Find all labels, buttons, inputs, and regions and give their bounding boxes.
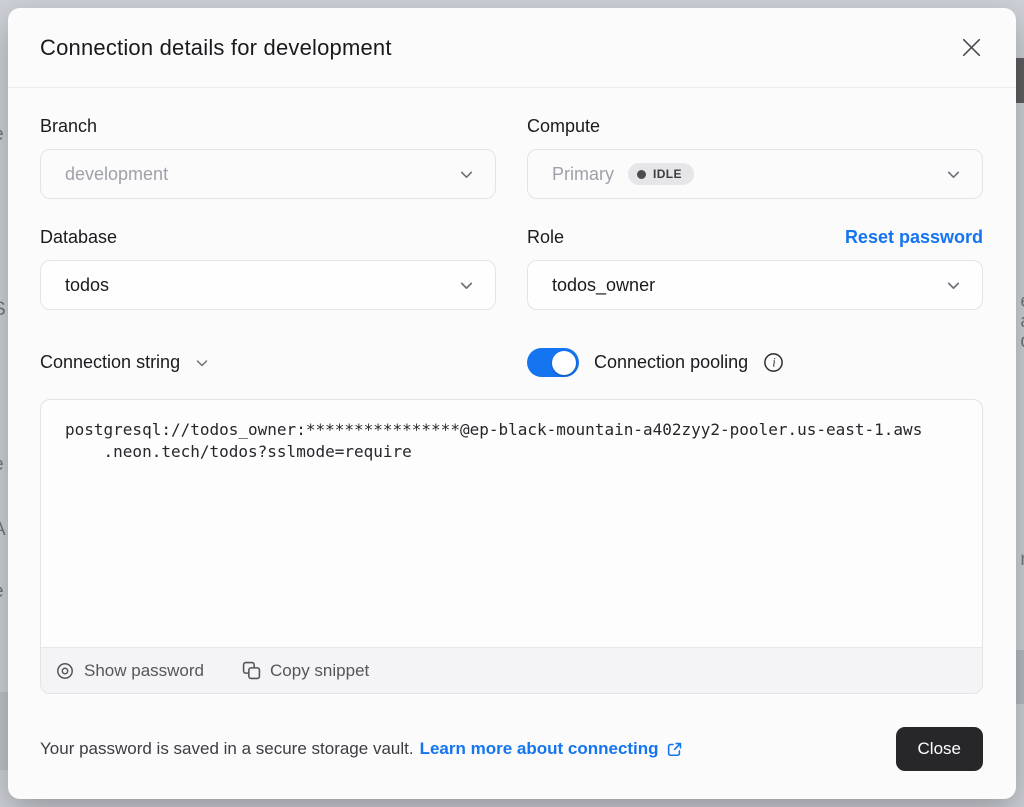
connection-pooling-label: Connection pooling <box>594 352 748 373</box>
connection-pooling-toggle[interactable] <box>527 348 579 377</box>
show-password-label: Show password <box>84 661 204 681</box>
connection-string-dropdown[interactable]: Connection string <box>40 352 496 373</box>
copy-icon <box>242 661 261 680</box>
connection-string-actions: Show password Copy snippet <box>41 647 982 693</box>
branch-value: development <box>65 164 168 185</box>
role-value: todos_owner <box>552 275 655 296</box>
background-text-fragment: A <box>0 520 6 539</box>
dialog-footer: Your password is saved in a secure stora… <box>40 727 983 771</box>
compute-select[interactable]: Primary IDLE <box>527 149 983 199</box>
database-value: todos <box>65 275 109 296</box>
connection-string-text[interactable]: postgresql://todos_owner:***************… <box>41 400 982 647</box>
role-select[interactable]: todos_owner <box>527 260 983 310</box>
info-icon[interactable]: i <box>763 352 784 373</box>
connection-options-row: Connection string Connection pooling i <box>40 348 983 377</box>
branch-field: Branch development <box>40 116 496 199</box>
background-text-fragment: e <box>0 455 4 474</box>
svg-text:i: i <box>772 356 775 370</box>
compute-label: Compute <box>527 116 600 137</box>
external-link-icon <box>666 741 683 758</box>
reset-password-link[interactable]: Reset password <box>845 227 983 248</box>
password-vault-text: Your password is saved in a secure stora… <box>40 739 414 759</box>
background-text-fragment: n <box>1020 550 1024 569</box>
copy-snippet-button[interactable]: Copy snippet <box>234 657 377 685</box>
role-field: Role Reset password todos_owner <box>527 227 983 310</box>
chevron-down-icon <box>458 277 475 294</box>
chevron-down-icon <box>945 166 962 183</box>
dialog-body: Branch development Compute Primary <box>8 88 1016 799</box>
connection-string-label: Connection string <box>40 352 180 373</box>
learn-more-link[interactable]: Learn more about connecting <box>420 739 683 759</box>
background-text-fragment: a <box>1020 312 1024 331</box>
database-label: Database <box>40 227 117 248</box>
background-dark-element <box>1015 58 1024 103</box>
copy-snippet-label: Copy snippet <box>270 661 369 681</box>
background-text-fragment: e <box>0 582 4 601</box>
database-field: Database todos <box>40 227 496 310</box>
background-band <box>1016 650 1024 704</box>
chevron-down-icon <box>945 277 962 294</box>
close-button[interactable]: Close <box>896 727 983 771</box>
branch-label: Branch <box>40 116 97 137</box>
show-password-button[interactable]: Show password <box>47 657 212 685</box>
status-badge-label: IDLE <box>653 167 682 181</box>
close-icon[interactable] <box>954 31 988 65</box>
password-vault-note: Your password is saved in a secure stora… <box>40 739 683 759</box>
eye-icon <box>55 661 75 681</box>
dialog-title: Connection details for development <box>40 35 392 61</box>
status-badge: IDLE <box>628 163 694 185</box>
branch-select[interactable]: development <box>40 149 496 199</box>
toggle-knob <box>552 351 576 375</box>
compute-field: Compute Primary IDLE <box>527 116 983 199</box>
connection-string-box: postgresql://todos_owner:***************… <box>40 399 983 694</box>
connection-pooling-row: Connection pooling i <box>527 348 983 377</box>
dialog-header: Connection details for development <box>8 8 1016 88</box>
status-dot <box>637 170 646 179</box>
background-text-fragment: e <box>1020 292 1024 311</box>
role-label: Role <box>527 227 564 248</box>
background-band <box>0 692 8 770</box>
chevron-down-icon <box>194 355 210 371</box>
background-text-fragment: e <box>0 125 4 144</box>
database-select[interactable]: todos <box>40 260 496 310</box>
connection-details-dialog: Connection details for development Branc… <box>8 8 1016 799</box>
background-text-fragment: S <box>0 300 6 319</box>
connection-form: Branch development Compute Primary <box>40 116 983 310</box>
chevron-down-icon <box>458 166 475 183</box>
background-text-fragment: d <box>1020 332 1024 351</box>
x-icon <box>960 36 983 59</box>
learn-more-label: Learn more about connecting <box>420 739 659 759</box>
compute-value: Primary <box>552 164 614 185</box>
